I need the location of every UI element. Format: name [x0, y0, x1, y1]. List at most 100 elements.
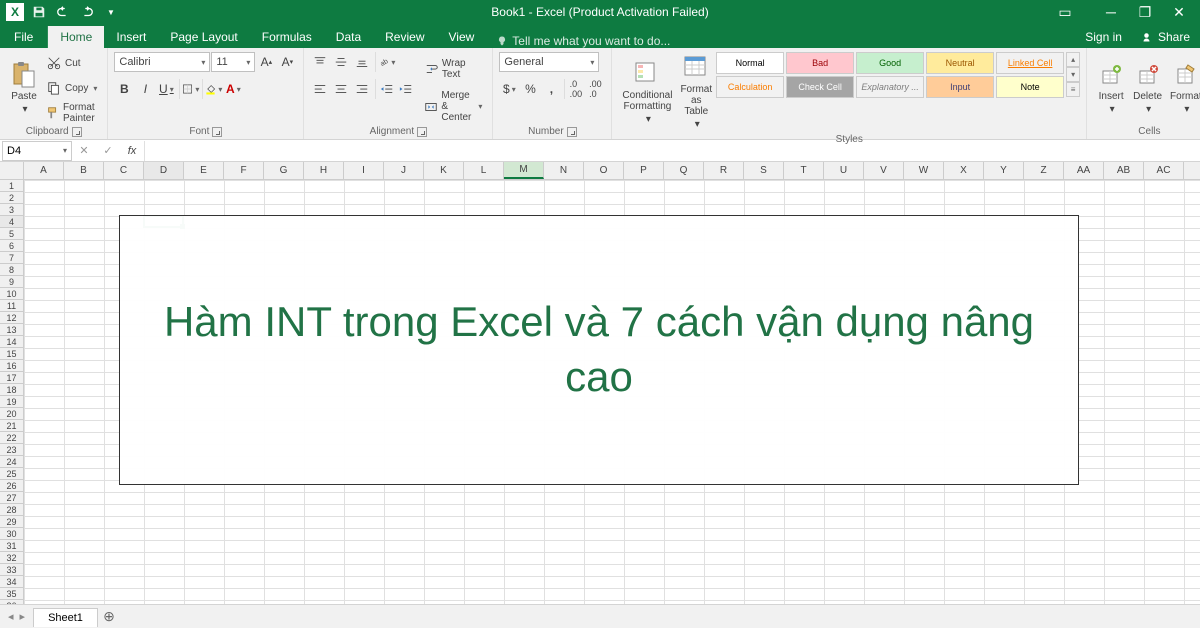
tell-me-search[interactable]: Tell me what you want to do... [496, 34, 670, 48]
row-header-29[interactable]: 29 [0, 516, 23, 528]
increase-decimal-icon[interactable]: .0.00 [564, 79, 584, 99]
orientation-icon[interactable]: ab▾ [375, 52, 395, 72]
align-center-icon[interactable] [331, 79, 351, 99]
col-header-C[interactable]: C [104, 162, 144, 179]
col-header-V[interactable]: V [864, 162, 904, 179]
row-header-21[interactable]: 21 [0, 420, 23, 432]
gallery-scroll-up-icon[interactable]: ▴ [1066, 52, 1080, 67]
font-name-combo[interactable]: Calibri▾ [114, 52, 210, 72]
font-size-combo[interactable]: 11▾ [211, 52, 255, 72]
col-header-H[interactable]: H [304, 162, 344, 179]
row-header-11[interactable]: 11 [0, 300, 23, 312]
row-header-8[interactable]: 8 [0, 264, 23, 276]
row-header-34[interactable]: 34 [0, 576, 23, 588]
col-header-R[interactable]: R [704, 162, 744, 179]
decrease-decimal-icon[interactable]: .00.0 [585, 79, 605, 99]
insert-cells-button[interactable]: Insert▾ [1093, 52, 1129, 124]
col-header-L[interactable]: L [464, 162, 504, 179]
increase-font-icon[interactable]: A▴ [256, 52, 276, 72]
col-header-F[interactable]: F [224, 162, 264, 179]
row-header-18[interactable]: 18 [0, 384, 23, 396]
col-header-S[interactable]: S [744, 162, 784, 179]
tab-file[interactable]: File [0, 26, 48, 48]
row-header-2[interactable]: 2 [0, 192, 23, 204]
row-headers[interactable]: 1234567891011121314151617181920212223242… [0, 180, 24, 604]
col-header-O[interactable]: O [584, 162, 624, 179]
ribbon-display-icon[interactable]: ▭ [1048, 0, 1082, 24]
paste-button[interactable]: Paste▾ [6, 52, 42, 124]
col-header-A[interactable]: A [24, 162, 64, 179]
underline-button[interactable]: U▾ [156, 79, 176, 99]
conditional-formatting-button[interactable]: Conditional Formatting▾ [618, 52, 676, 132]
row-header-31[interactable]: 31 [0, 540, 23, 552]
increase-indent-icon[interactable] [396, 79, 416, 99]
col-header-I[interactable]: I [344, 162, 384, 179]
row-header-23[interactable]: 23 [0, 444, 23, 456]
col-header-G[interactable]: G [264, 162, 304, 179]
italic-button[interactable]: I [135, 79, 155, 99]
alignment-dialog-launcher[interactable] [417, 127, 427, 137]
font-color-button[interactable]: A▾ [223, 79, 243, 99]
percent-format-icon[interactable]: % [520, 79, 540, 99]
col-header-W[interactable]: W [904, 162, 944, 179]
tab-data[interactable]: Data [324, 26, 373, 48]
font-dialog-launcher[interactable] [212, 127, 222, 137]
align-middle-icon[interactable] [331, 52, 351, 72]
row-header-1[interactable]: 1 [0, 180, 23, 192]
name-box[interactable]: D4▾ [2, 141, 72, 161]
gallery-scroll-down-icon[interactable]: ▾ [1066, 67, 1080, 82]
style-neutral[interactable]: Neutral [926, 52, 994, 74]
decrease-indent-icon[interactable] [375, 79, 395, 99]
format-cells-button[interactable]: Format▾ [1166, 52, 1200, 124]
col-header-AC[interactable]: AC [1144, 162, 1184, 179]
row-header-26[interactable]: 26 [0, 480, 23, 492]
row-header-15[interactable]: 15 [0, 348, 23, 360]
minimize-button[interactable]: ─ [1094, 0, 1128, 24]
col-header-K[interactable]: K [424, 162, 464, 179]
row-header-25[interactable]: 25 [0, 468, 23, 480]
tab-view[interactable]: View [437, 26, 487, 48]
clipboard-dialog-launcher[interactable] [72, 127, 82, 137]
col-header-Z[interactable]: Z [1024, 162, 1064, 179]
tab-insert[interactable]: Insert [104, 26, 158, 48]
row-header-32[interactable]: 32 [0, 552, 23, 564]
row-header-14[interactable]: 14 [0, 336, 23, 348]
row-header-28[interactable]: 28 [0, 504, 23, 516]
close-button[interactable]: ✕ [1162, 0, 1196, 24]
bold-button[interactable]: B [114, 79, 134, 99]
style-check-cell[interactable]: Check Cell [786, 76, 854, 98]
cell-styles-gallery[interactable]: Normal Bad Good Neutral Calculation Chec… [716, 52, 994, 132]
fx-icon[interactable]: fx [120, 141, 144, 161]
col-header-B[interactable]: B [64, 162, 104, 179]
style-good[interactable]: Good [856, 52, 924, 74]
format-as-table-button[interactable]: Format as Table▾ [676, 52, 716, 132]
row-header-5[interactable]: 5 [0, 228, 23, 240]
row-header-24[interactable]: 24 [0, 456, 23, 468]
style-explanatory[interactable]: Explanatory ... [856, 76, 924, 98]
row-header-7[interactable]: 7 [0, 252, 23, 264]
restore-button[interactable]: ❐ [1128, 0, 1162, 24]
col-header-U[interactable]: U [824, 162, 864, 179]
style-bad[interactable]: Bad [786, 52, 854, 74]
style-normal[interactable]: Normal [716, 52, 784, 74]
tab-formulas[interactable]: Formulas [250, 26, 324, 48]
number-dialog-launcher[interactable] [567, 127, 577, 137]
undo-icon[interactable] [52, 2, 74, 22]
qat-customize-icon[interactable]: ▼ [100, 2, 122, 22]
wrap-text-button[interactable]: Wrap Text [424, 59, 482, 79]
col-header-J[interactable]: J [384, 162, 424, 179]
col-header-AB[interactable]: AB [1104, 162, 1144, 179]
row-header-19[interactable]: 19 [0, 396, 23, 408]
redo-icon[interactable] [76, 2, 98, 22]
row-header-33[interactable]: 33 [0, 564, 23, 576]
overlay-textbox[interactable]: Hàm INT trong Excel và 7 cách vận dụng n… [119, 215, 1079, 485]
row-header-17[interactable]: 17 [0, 372, 23, 384]
tab-home[interactable]: Home [48, 26, 104, 48]
col-header-Y[interactable]: Y [984, 162, 1024, 179]
col-header-AA[interactable]: AA [1064, 162, 1104, 179]
col-header-N[interactable]: N [544, 162, 584, 179]
style-input[interactable]: Input [926, 76, 994, 98]
tab-page-layout[interactable]: Page Layout [158, 26, 249, 48]
comma-format-icon[interactable]: , [541, 79, 561, 99]
col-header-M[interactable]: M [504, 162, 544, 179]
